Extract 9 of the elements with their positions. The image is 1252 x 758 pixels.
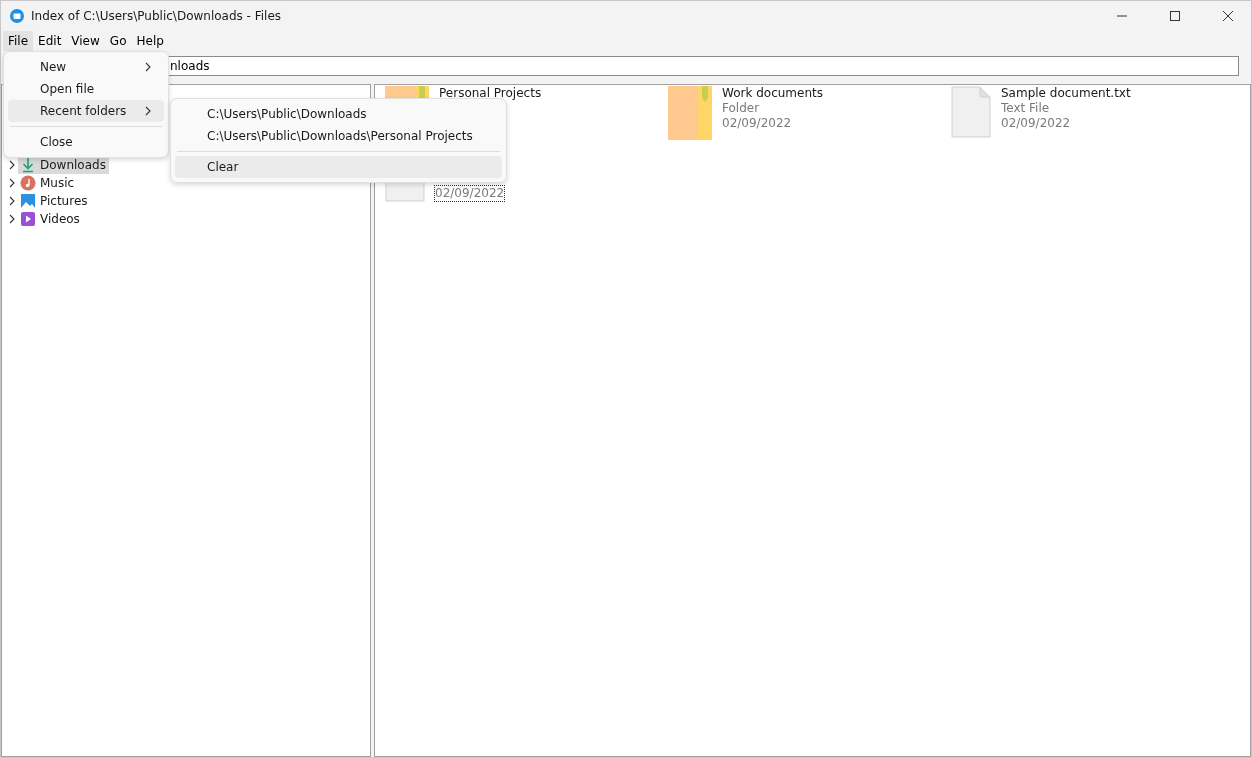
file-name: Personal Projects — [439, 86, 542, 101]
file-date: 02/09/2022 — [722, 116, 792, 131]
file-type: Folder — [722, 101, 760, 116]
file-type: Text File — [1001, 101, 1050, 116]
file-name: Work documents — [722, 86, 823, 101]
window-title: Index of C:\Users\Public\Downloads - Files — [31, 9, 283, 23]
file-date: 02/09/2022 — [1001, 116, 1071, 131]
file-name: Sample document.txt — [1001, 86, 1131, 101]
file-date: 02/09/2022 — [435, 186, 505, 201]
